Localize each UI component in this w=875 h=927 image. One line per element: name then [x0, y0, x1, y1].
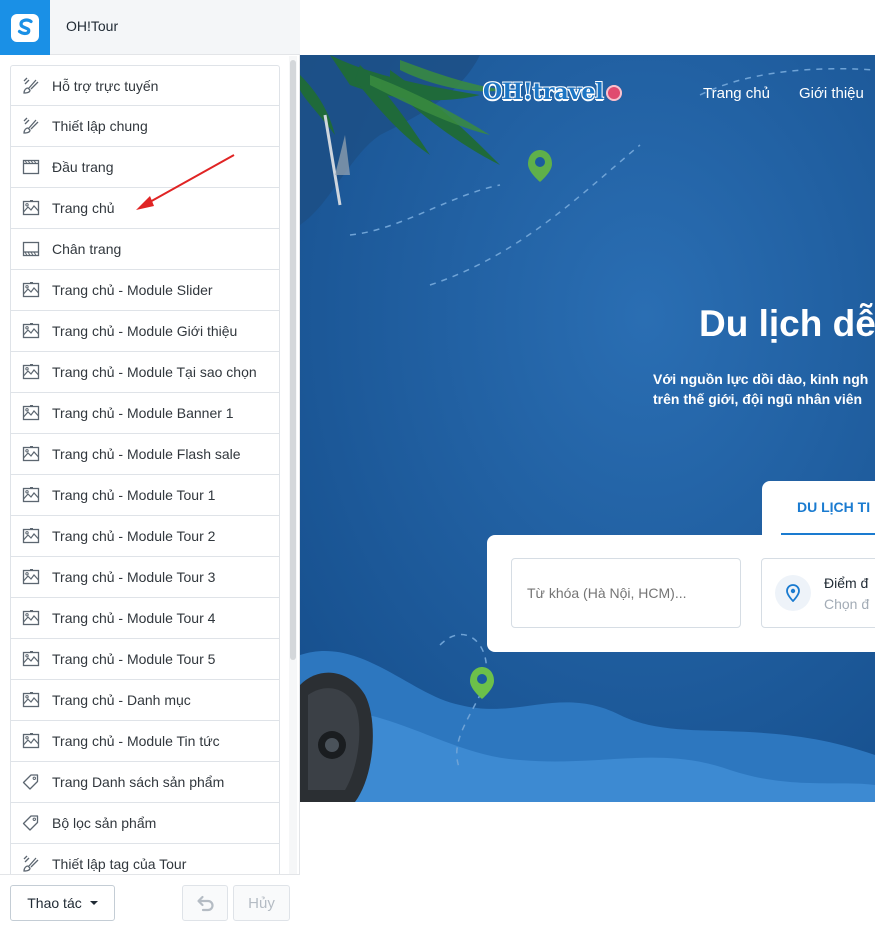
app-root: OH!Tour Hỗ trợ trực tuyến Thiết lập chung…: [0, 0, 875, 927]
annotation-arrow: [136, 154, 235, 210]
